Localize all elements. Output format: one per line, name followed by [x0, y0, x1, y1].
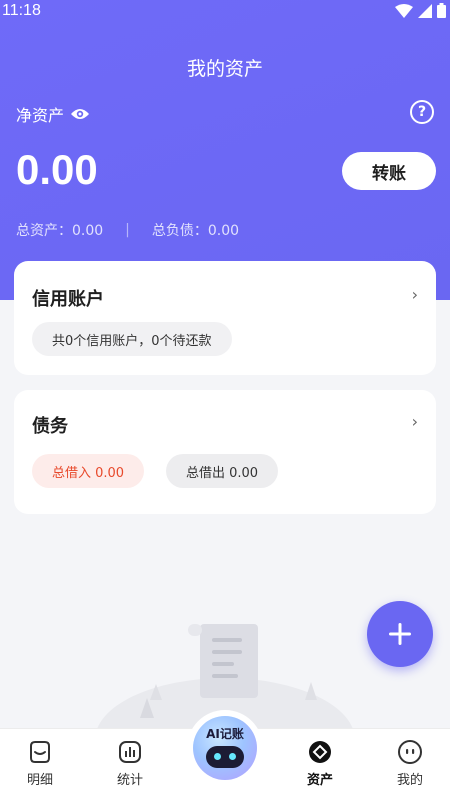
wifi-icon: [395, 3, 413, 18]
totals-row: 总资产：0.00 | 总负债：0.00: [16, 220, 239, 240]
ai-label: AI记账: [206, 726, 244, 741]
detail-icon: [30, 741, 50, 763]
robot-face: [206, 745, 244, 768]
ai-bookkeeping-button[interactable]: AI记账: [187, 710, 263, 786]
tab-label: 明细: [26, 773, 53, 788]
credit-account-summary: 共0个信用账户，0个待还款: [32, 322, 232, 356]
tab-detail[interactable]: 明细: [0, 729, 80, 800]
chevron-right-icon[interactable]: ›: [412, 412, 418, 431]
tab-label: 统计: [116, 773, 143, 788]
page-title: 我的资产: [186, 58, 263, 80]
net-assets-label: 净资产: [16, 106, 65, 125]
add-button[interactable]: [367, 601, 433, 667]
profile-icon: [398, 740, 422, 764]
ai-robot-icon: AI记账: [193, 716, 257, 780]
lent-out-badge[interactable]: 总借出 0.00: [166, 454, 279, 488]
debt-card[interactable]: 债务 › 总借入 0.00 总借出 0.00: [14, 390, 436, 514]
borrowed-in-badge[interactable]: 总借入 0.00: [32, 454, 145, 488]
plus-icon: [389, 623, 411, 645]
tab-profile[interactable]: 我的: [370, 729, 450, 800]
assets-icon: [309, 741, 331, 763]
net-assets-label-group: 净资产: [16, 102, 90, 126]
status-time: 11:18: [2, 2, 41, 19]
credit-account-card[interactable]: 信用账户 › 共0个信用账户，0个待还款: [14, 261, 436, 375]
debt-title: 债务: [32, 416, 68, 437]
system-icons: [395, 3, 446, 18]
eye-icon[interactable]: [70, 107, 90, 121]
transfer-button[interactable]: 转账: [342, 152, 436, 190]
divider: |: [125, 222, 130, 238]
help-icon[interactable]: ?: [410, 100, 434, 124]
signal-icon: [418, 3, 432, 18]
chevron-right-icon[interactable]: ›: [412, 285, 418, 304]
tab-label: 我的: [396, 773, 423, 788]
total-liabilities: 总负债：0.00: [151, 223, 240, 239]
net-assets-value: 0.00: [16, 146, 98, 193]
stats-icon: [119, 741, 141, 763]
status-bar: 11:18: [0, 0, 450, 24]
credit-account-title: 信用账户: [32, 289, 104, 310]
total-assets: 总资产：0.00: [16, 223, 104, 239]
tab-stats[interactable]: 统计: [90, 729, 170, 800]
tab-assets[interactable]: 资产: [280, 729, 360, 800]
tab-label: 资产: [306, 773, 333, 788]
battery-icon: [437, 3, 446, 18]
